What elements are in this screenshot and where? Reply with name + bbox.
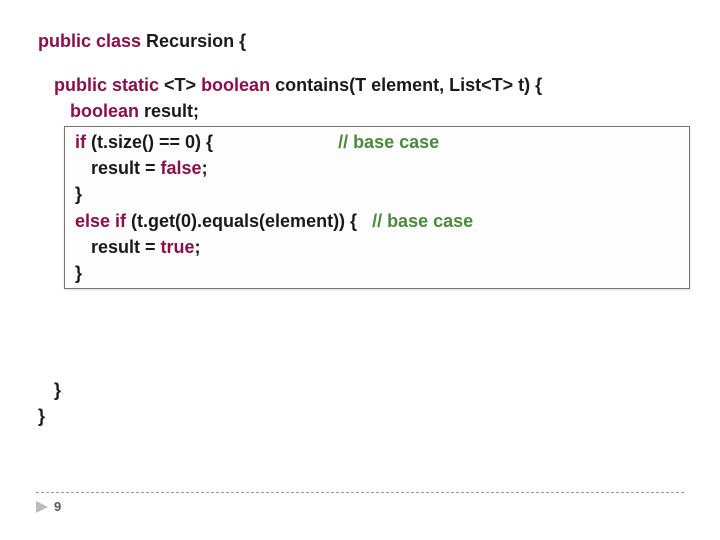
code-text: ; [202,158,208,178]
keyword: false [161,158,202,178]
code-line-close-method: } [38,377,690,403]
slide-footer: 9 [36,492,684,514]
code-line-close-class: } [38,406,45,426]
code-text: <T> [164,75,201,95]
triangle-icon [36,501,48,513]
code-text: (t.size() == 0) { [91,132,338,152]
highlight-box: if (t.size() == 0) { // base case result… [64,126,690,289]
code-text: Recursion { [146,31,246,51]
page-marker: 9 [36,499,684,514]
code-block: public class Recursion { public static <… [38,28,690,429]
keyword: boolean [201,75,275,95]
slide: { "code": { "l1_kw1": "public class ", "… [0,0,720,540]
code-line-3: boolean result; [38,98,690,124]
code-text: result = [91,158,161,178]
code-text: } [75,263,82,283]
code-line-6: } [69,181,685,207]
code-line-8: result = true; [69,234,685,260]
keyword: true [161,237,195,257]
code-text: } [54,380,61,400]
code-text: result; [144,101,199,121]
code-line-9: } [69,260,685,286]
page-number: 9 [54,499,61,514]
code-text: } [75,184,82,204]
code-line-2: public static <T> boolean contains(T ele… [38,72,690,98]
keyword: public static [54,75,164,95]
code-line-7: else if (t.get(0).equals(element)) { // … [69,208,685,234]
code-text: result = [91,237,161,257]
keyword: public class [38,31,146,51]
code-text: ; [195,237,201,257]
code-text: contains(T element, List<T> t) { [275,75,542,95]
code-text: (t.get(0).equals(element)) { [131,211,372,231]
comment: // base case [372,211,473,231]
comment: // base case [338,132,439,152]
code-line-4: if (t.size() == 0) { // base case [69,129,685,155]
keyword: else if [75,211,131,231]
code-line-5: result = false; [69,155,685,181]
keyword: if [75,132,91,152]
keyword: boolean [70,101,144,121]
code-text: } [38,406,45,426]
code-line-1: public class Recursion { [38,31,246,51]
